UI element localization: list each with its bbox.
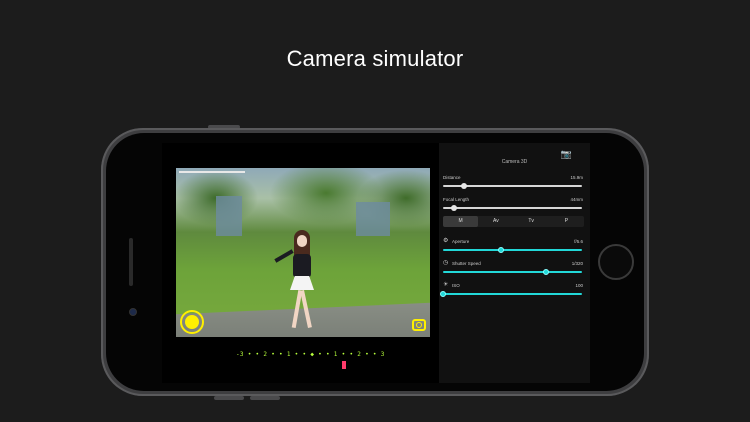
- mode-av[interactable]: Av: [478, 216, 513, 227]
- character-figure: [274, 230, 322, 334]
- settings-panel: 📷 Camera 3D Distance 15.9m Focal Length …: [439, 143, 590, 383]
- phone-button: [214, 396, 244, 400]
- distance-label: Distance: [443, 175, 461, 180]
- aperture-slider-knob[interactable]: [498, 247, 505, 253]
- exposure-meter-pointer: [342, 361, 347, 369]
- viewfinder[interactable]: [176, 168, 430, 337]
- exposure-meter-scale: -3 • • 2 • • 1 • • ◆ • • 1 • • 2 • • 3: [236, 351, 385, 358]
- distance-slider[interactable]: [443, 183, 582, 189]
- shutter-speed-icon: ◷: [443, 260, 449, 266]
- phone-speaker: [129, 238, 133, 286]
- scene-building: [216, 196, 242, 236]
- mode-selector: M Av Tv P: [443, 216, 584, 227]
- iso-slider[interactable]: [440, 291, 582, 297]
- focal-length-label: Focal Length: [443, 197, 470, 202]
- mode-tv[interactable]: Tv: [514, 216, 549, 227]
- distance-value: 15.9m: [570, 175, 583, 180]
- phone-button: [250, 396, 280, 400]
- shutter-speed-label: Shutter Speed: [452, 261, 481, 266]
- home-button[interactable]: [598, 244, 634, 280]
- aperture-value: f/5.6: [574, 239, 583, 244]
- panel-title: Camera 3D: [501, 159, 528, 165]
- focal-length-slider-knob[interactable]: [451, 205, 458, 211]
- shutter-speed-slider[interactable]: [443, 269, 582, 275]
- iso-slider-knob[interactable]: [440, 291, 446, 297]
- focal-length-slider[interactable]: [443, 205, 582, 211]
- iso-label: ISO: [452, 283, 460, 288]
- mode-p[interactable]: P: [549, 216, 584, 227]
- aperture-slider[interactable]: [443, 247, 582, 253]
- focus-bar: [179, 171, 245, 173]
- scene-building: [356, 202, 390, 236]
- shutter-speed-value: 1/320: [571, 261, 583, 266]
- shutter-speed-slider-knob[interactable]: [542, 269, 549, 275]
- distance-slider-knob[interactable]: [460, 183, 467, 189]
- iso-value: 100: [575, 283, 583, 288]
- camera-switch-icon[interactable]: [412, 319, 426, 331]
- mode-m[interactable]: M: [443, 216, 479, 227]
- iso-icon: ☀: [443, 282, 449, 288]
- shutter-button[interactable]: [180, 310, 204, 334]
- focal-length-value: 44mm: [570, 197, 583, 202]
- page-title: Camera simulator: [286, 46, 464, 71]
- aperture-label: Aperture: [452, 239, 470, 244]
- app-screen: -3 • • 2 • • 1 • • ◆ • • 1 • • 2 • • 3 📷…: [162, 143, 590, 383]
- aperture-icon: ⚙: [443, 238, 449, 244]
- front-camera: [129, 308, 137, 316]
